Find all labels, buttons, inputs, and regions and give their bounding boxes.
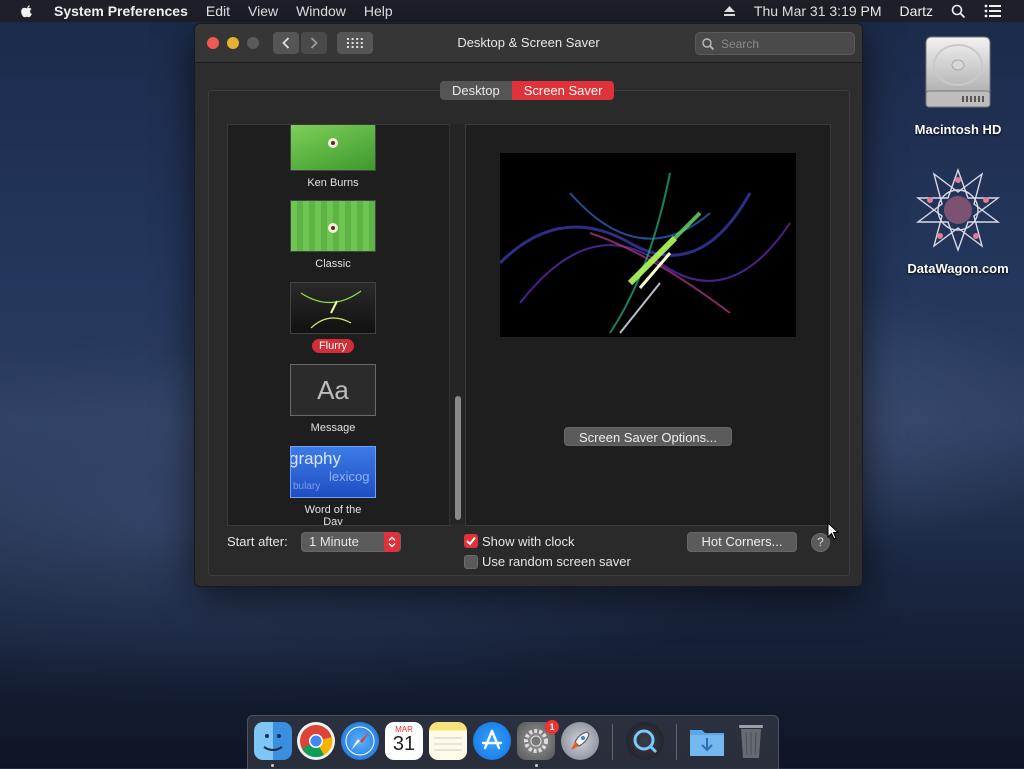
hard-drive-icon	[925, 36, 991, 108]
desktop-icon-datawagon[interactable]: DataWagon.com	[903, 167, 1013, 276]
menu-user[interactable]: Dartz	[900, 3, 933, 19]
dock-quicktime[interactable]	[626, 722, 664, 760]
dock-downloads[interactable]	[688, 722, 726, 760]
apple-menu-icon[interactable]	[20, 4, 34, 18]
notification-center-icon[interactable]	[984, 4, 1002, 18]
wotd-thumb-word-2: lexicog	[329, 469, 370, 484]
dock-launchpad[interactable]	[561, 722, 599, 760]
notes-icon	[434, 737, 462, 751]
dock-running-indicator	[535, 764, 538, 767]
tab-screen-saver[interactable]: Screen Saver	[511, 81, 615, 100]
dock-safari[interactable]	[341, 722, 379, 760]
checkmark-icon	[466, 536, 476, 546]
dock-trash[interactable]	[732, 722, 770, 760]
menu-help[interactable]: Help	[364, 3, 393, 19]
list-item-word-of-the-day[interactable]: graphy lexicog bulary Word of the Day	[290, 446, 376, 525]
finder-icon	[263, 734, 283, 751]
preview-panel: Screen Saver Options...	[465, 124, 831, 526]
rocket-icon	[571, 731, 590, 750]
tab-desktop[interactable]: Desktop	[440, 81, 512, 100]
menu-clock[interactable]: Thu Mar 31 3:19 PM	[754, 3, 882, 19]
dock-running-indicator	[271, 764, 274, 767]
search-placeholder: Search	[721, 36, 760, 51]
updown-arrows-icon	[384, 532, 400, 552]
random-screen-saver-checkbox[interactable]	[464, 555, 478, 569]
menu-view[interactable]: View	[248, 3, 278, 19]
ss-label-classic: Classic	[315, 258, 351, 270]
list-item-message[interactable]: Aa Message	[290, 364, 376, 436]
title-bar[interactable]: Desktop & Screen Saver Search	[195, 24, 862, 63]
list-item-classic[interactable]: Classic	[290, 200, 376, 272]
wotd-thumb-word: graphy	[290, 449, 341, 468]
tab-control: Desktop Screen Saver	[440, 81, 615, 100]
safari-compass-icon	[345, 726, 375, 756]
list-item-flurry[interactable]: Flurry	[290, 282, 376, 354]
flurry-thumbnail	[290, 282, 376, 334]
show-with-clock-label[interactable]: Show with clock	[482, 534, 574, 549]
ladybug-icon	[328, 138, 338, 148]
random-screen-saver-label[interactable]: Use random screen saver	[482, 554, 631, 569]
search-field[interactable]: Search	[695, 32, 855, 55]
desktop-icon-label: DataWagon.com	[907, 261, 1009, 276]
spotlight-search-icon[interactable]	[951, 4, 966, 19]
wotd-thumb-word-3: bulary	[293, 481, 321, 492]
list-scrollbar[interactable]	[449, 124, 465, 524]
start-after-select[interactable]: 1 Minute	[301, 532, 401, 552]
system-preferences-window: Desktop & Screen Saver Search Desktop Sc…	[194, 23, 863, 587]
screen-saver-options-button[interactable]: Screen Saver Options...	[564, 427, 732, 446]
list-item-ken-burns[interactable]: Ken Burns	[290, 125, 376, 191]
desktop-icon-macintosh-hd[interactable]: Macintosh HD	[903, 33, 1013, 137]
word-of-the-day-thumbnail: graphy lexicog bulary	[290, 446, 376, 498]
chrome-icon	[300, 725, 333, 758]
start-after-value: 1 Minute	[309, 534, 359, 549]
calendar-icon: MAR 31	[385, 722, 423, 760]
message-thumb-text: Aa	[317, 374, 349, 405]
app-store-icon	[481, 729, 503, 750]
notification-badge: 1	[545, 720, 559, 734]
dock-chrome[interactable]	[297, 722, 335, 760]
dock-notes[interactable]	[429, 722, 467, 760]
calendar-day: 31	[392, 733, 416, 755]
trash-icon	[739, 725, 763, 758]
quicktime-icon	[633, 729, 658, 754]
menu-bar: System Preferences Edit View Window Help…	[0, 0, 1024, 22]
mouse-cursor-icon	[827, 522, 839, 540]
menu-app-name[interactable]: System Preferences	[54, 3, 188, 19]
ken-burns-thumbnail	[290, 125, 376, 171]
dock-finder[interactable]	[254, 722, 292, 760]
search-icon	[702, 37, 715, 50]
ss-label-ken-burns: Ken Burns	[307, 177, 359, 189]
dock-app-store[interactable]	[473, 722, 511, 760]
show-with-clock-checkbox[interactable]	[464, 534, 478, 548]
screen-saver-preview	[500, 153, 796, 337]
start-after-label: Start after:	[227, 534, 288, 549]
hot-corners-button[interactable]: Hot Corners...	[687, 532, 797, 552]
dock-separator	[612, 724, 613, 760]
dock-calendar[interactable]: MAR 31	[385, 722, 423, 760]
flurry-preview-art	[500, 172, 791, 334]
star-logo-icon	[915, 167, 1001, 253]
flurry-mini-art	[300, 290, 362, 329]
dock-system-preferences[interactable]: 1	[517, 720, 559, 760]
dock: MAR 31 1	[247, 715, 779, 769]
ladybug-icon	[328, 223, 338, 233]
desktop-icon-label: Macintosh HD	[914, 122, 1002, 137]
ss-label-flurry: Flurry	[311, 339, 355, 353]
menu-window[interactable]: Window	[296, 3, 346, 19]
menu-edit[interactable]: Edit	[206, 3, 230, 19]
scrollbar-thumb[interactable]	[455, 396, 461, 520]
screen-saver-list[interactable]: Ken Burns Classic Flurry Aa Message grap…	[227, 124, 451, 526]
dock-separator	[676, 724, 677, 760]
message-thumbnail: Aa	[290, 364, 376, 416]
classic-thumbnail	[290, 200, 376, 252]
eject-icon[interactable]	[723, 5, 736, 17]
downloads-folder-icon	[690, 730, 724, 756]
ss-label-word-of-the-day: Word of the Day	[304, 504, 362, 525]
ss-label-message: Message	[310, 422, 356, 434]
